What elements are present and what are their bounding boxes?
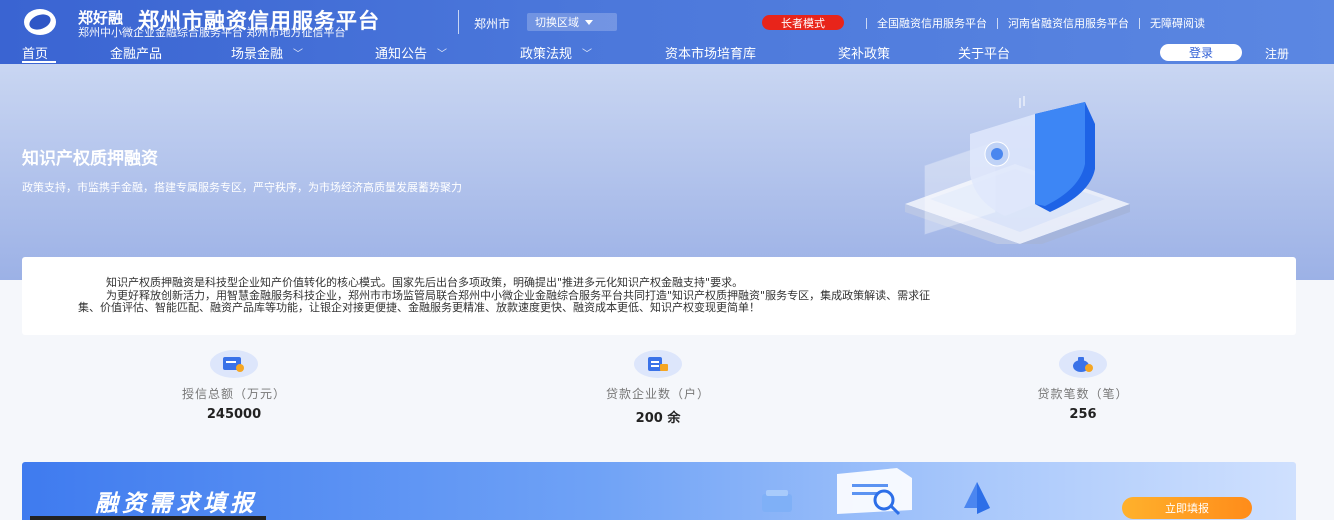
login-button[interactable]: 登录 <box>1160 44 1242 61</box>
nav-label: 政策法规 <box>520 47 573 62</box>
banner-subtitle: 政策支持，市监携手金融，搭建专属服务专区，严守秩序，为市场经济高质量发展蓄势聚力 <box>22 181 462 194</box>
nav-item-about[interactable]: 关于平台 <box>958 43 1010 62</box>
nav-item-policies[interactable]: 政策法规 ﹀ <box>520 43 592 62</box>
switch-region-dropdown[interactable]: 切换区域 <box>527 13 617 31</box>
henan-platform-link[interactable]: 河南省融资信用服务平台 <box>1008 15 1129 31</box>
top-links: 全国融资信用服务平台 河南省融资信用服务平台 无障碍阅读 <box>856 15 1205 31</box>
register-link[interactable]: 注册 <box>1265 45 1289 62</box>
logo-icon[interactable] <box>24 9 56 35</box>
nav-item-capital-market[interactable]: 资本市场培育库 <box>665 43 756 62</box>
credit-card-icon <box>210 350 258 378</box>
nav-label: 金融产品 <box>110 47 163 62</box>
stat-value: 200 余 <box>635 411 681 426</box>
nav-item-home[interactable]: 首页 <box>22 43 48 62</box>
chevron-down-icon: ﹀ <box>582 49 593 60</box>
stat-enterprise-count: 贷款企业数（户） 200 余 <box>508 350 808 426</box>
nav-item-notices[interactable]: 通知公告 ﹀ <box>375 43 447 62</box>
document-search-illustration <box>762 468 990 516</box>
enterprise-icon <box>634 350 682 378</box>
link-divider <box>1139 17 1140 29</box>
stat-loan-count: 贷款笔数（笔） 256 <box>933 350 1233 422</box>
demand-title: 融资需求填报 <box>95 491 257 517</box>
stat-label: 贷款企业数（户） <box>605 387 710 401</box>
intro-card: 知识产权质押融资是科技型企业知产价值转化的核心模式。国家先后出台多项政策，明确提… <box>22 257 1296 335</box>
link-divider <box>997 17 998 29</box>
stat-value: 245000 <box>206 407 262 422</box>
chevron-down-icon: ﹀ <box>293 49 304 60</box>
nav-item-financial-products[interactable]: 金融产品 <box>110 43 162 62</box>
current-city: 郑州市 <box>474 17 511 31</box>
nav-label: 奖补政策 <box>838 47 891 62</box>
bottom-scroll-strip <box>30 516 266 520</box>
nav-label: 首页 <box>22 47 49 62</box>
chevron-down-icon: ﹀ <box>437 49 448 60</box>
nav-label: 资本市场培育库 <box>665 47 757 62</box>
intro-line-1: 知识产权质押融资是科技型企业知产价值转化的核心模式。国家先后出台多项政策，明确提… <box>106 276 744 289</box>
shield-platform-illustration <box>905 96 1130 244</box>
financing-demand-banner: 融资需求填报 立即填报 <box>22 462 1296 520</box>
stat-label: 贷款笔数（笔） <box>1037 387 1129 401</box>
nav-item-scenario-finance[interactable]: 场景金融 ﹀ <box>231 43 303 62</box>
switch-region-label: 切换区域 <box>535 16 579 29</box>
intro-line-3: 集、价值评估、智能匹配、融资产品库等功能，让银企对接更便捷、金融服务更精准、放款… <box>78 301 760 314</box>
banner-title: 知识产权质押融资 <box>22 149 158 169</box>
accessibility-link[interactable]: 无障碍阅读 <box>1150 15 1205 31</box>
fill-now-button[interactable]: 立即填报 <box>1122 497 1252 519</box>
caret-down-icon <box>585 19 593 25</box>
stat-credit-total: 授信总额（万元） 245000 <box>84 350 384 422</box>
hero-banner: 知识产权质押融资 政策支持，市监携手金融，搭建专属服务专区，严守秩序，为市场经济… <box>0 64 1334 280</box>
nav-label: 场景金融 <box>231 47 284 62</box>
stat-value: 256 <box>1069 407 1097 422</box>
stat-label: 授信总额（万元） <box>181 387 286 401</box>
active-nav-indicator <box>22 61 56 63</box>
nav-item-subsidy-policy[interactable]: 奖补政策 <box>838 43 890 62</box>
platform-subtitle: 郑州中小微企业金融综合服务平台 郑州市地方征信平台 <box>78 26 346 39</box>
money-bag-icon <box>1059 350 1107 378</box>
top-header: 郑好融 郑州市融资信用服务平台 郑州中小微企业金融综合服务平台 郑州市地方征信平… <box>0 0 1334 64</box>
nav-label: 关于平台 <box>958 47 1011 62</box>
national-platform-link[interactable]: 全国融资信用服务平台 <box>877 15 987 31</box>
header-divider <box>458 10 459 34</box>
elder-mode-button[interactable]: 长者模式 <box>762 15 844 30</box>
stats-row: 授信总额（万元） 245000 贷款企业数（户） 200 余 贷款笔数（笔） 2… <box>0 350 1334 430</box>
link-divider <box>866 17 867 29</box>
nav-label: 通知公告 <box>375 47 428 62</box>
